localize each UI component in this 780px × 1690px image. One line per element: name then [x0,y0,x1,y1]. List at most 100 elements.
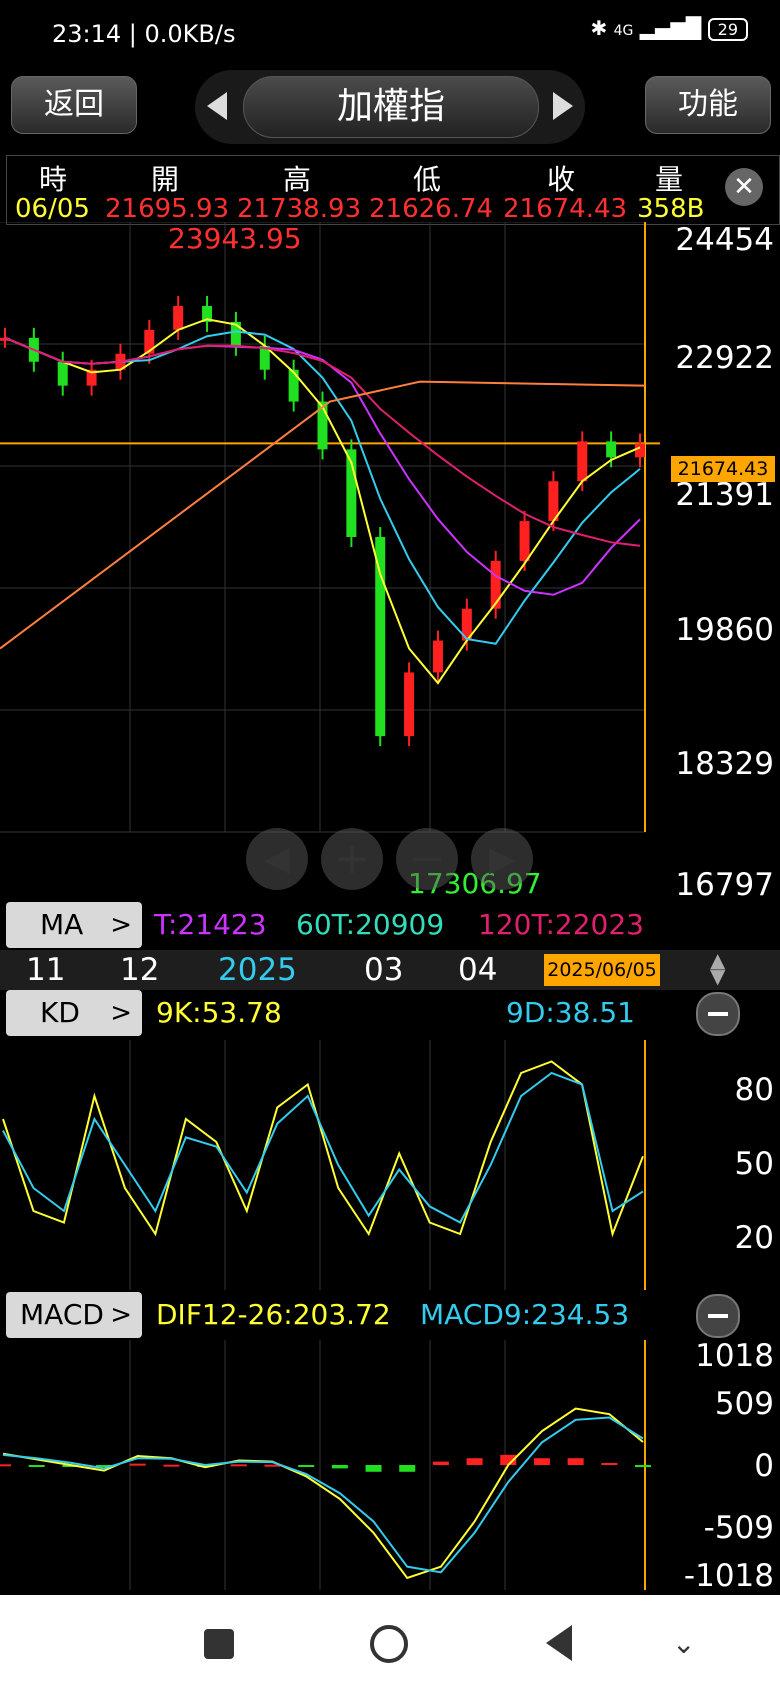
kd-button[interactable]: KD > [6,990,142,1036]
value-low: 21626.74 [369,194,494,224]
back-button[interactable]: 返回 [11,76,137,134]
candle-body [432,640,443,673]
header-low: 低 [413,163,442,196]
price-tick-2: 21391 [675,477,774,513]
macd-signal-value: MACD9:234.53 [420,1298,630,1331]
time-tick-4: 04 [458,952,498,988]
value-volume: 358B [637,194,705,224]
value-high: 21738.93 [237,194,362,224]
k-line [2,1060,644,1238]
macd-label: MACD [20,1298,104,1331]
ma-label: MA [40,908,84,941]
macd-histogram-bar [331,1465,348,1469]
macd-tick-1: 509 [714,1386,774,1422]
header-close: 收 [547,163,576,196]
zoom-in-icon[interactable]: + [321,828,383,890]
time-tick-2: 2025 [218,952,297,988]
quote-panel: 時 開 高 低 收 量 06/05 21695.93 21738.93 2162… [6,155,780,225]
chevron-right-icon: > [110,1300,132,1330]
next-arrow-icon[interactable] [553,92,573,120]
value-open: 21695.93 [105,194,230,224]
header-high: 高 [283,163,312,196]
current-price-tag: 21674.43 [671,456,775,482]
value-close: 21674.43 [503,194,628,224]
price-chart[interactable] [0,222,660,902]
close-icon[interactable]: ✕ [725,168,763,206]
bluetooth-icon: ✱ [590,16,608,40]
menu-down-icon[interactable]: ⌄ [672,1627,695,1660]
status-icons: ✱ 4G ▂▄▆█ 29 [590,16,748,41]
kd-label: KD [40,996,80,1029]
kd-k-value: 9K:53.78 [156,996,282,1029]
high-annotation: 23943.95 [168,222,302,255]
dif-line [2,1407,644,1580]
network-label: 4G [613,23,634,39]
macd-chart[interactable] [0,1340,660,1590]
title-bar: 返回 加權指 功能 [0,70,780,150]
ma-item-0: T:21423 [154,908,267,941]
collapse-macd-icon[interactable] [696,1294,740,1338]
scroll-toggle-icon[interactable]: ▲ ▼ [710,950,725,986]
macd-tick-4: -1018 [683,1558,774,1594]
prev-arrow-icon[interactable] [207,92,227,120]
time-tick-0: 11 [26,952,66,988]
macd-tick-2: 0 [754,1448,774,1484]
macd-signal-line [2,1416,644,1574]
time-tick-1: 12 [120,952,160,988]
recents-icon[interactable] [204,1629,234,1659]
candle-body [635,443,645,458]
kd-chart[interactable] [0,1040,660,1290]
status-bar: 23:14 | 0.0KB/s ✱ 4G ▂▄▆█ 29 [0,0,780,70]
price-tick-5: 16797 [675,867,774,903]
macd-histogram-bar [230,1464,247,1467]
chevron-right-icon: > [110,910,132,940]
macd-histogram-bar [28,1465,45,1467]
d-line [2,1071,644,1224]
macd-tick-0: 1018 [695,1338,774,1374]
price-tick-0: 24454 [675,222,774,258]
candle-body [404,672,415,737]
title-switcher: 加權指 [195,70,585,144]
macd-dif-value: DIF12-26:203.72 [156,1298,391,1331]
pan-right-icon[interactable]: ▶ [471,828,533,890]
macd-histogram-bar [298,1465,315,1467]
back-icon[interactable] [546,1625,572,1661]
kd-tick-0: 80 [734,1072,774,1108]
ma-line [4,318,641,685]
candle-body [606,441,617,458]
ma-line [4,330,641,645]
ma-button[interactable]: MA > [6,902,142,948]
kd-tick-2: 20 [734,1220,774,1256]
zoom-out-icon[interactable]: − [396,828,458,890]
macd-histogram-bar [163,1464,180,1467]
chevron-right-icon: > [110,998,132,1028]
macd-histogram-bar [601,1462,618,1465]
candle-body [375,536,386,737]
header-open: 開 [151,163,180,196]
function-button[interactable]: 功能 [645,76,771,134]
time-tick-3: 03 [364,952,404,988]
candle-body [288,369,299,402]
kd-tick-1: 50 [734,1146,774,1182]
collapse-kd-icon[interactable] [696,992,740,1036]
pan-left-icon[interactable]: ◀ [246,828,308,890]
candle-body [490,560,501,609]
macd-button[interactable]: MACD > [6,1292,142,1338]
kd-d-value: 9D:38.51 [506,996,635,1029]
candle-body [57,361,68,386]
home-icon[interactable] [370,1625,408,1663]
page-title[interactable]: 加權指 [243,76,539,138]
price-tick-1: 22922 [675,340,774,376]
cursor-date: 2025/06/05 [544,954,660,986]
macd-histogram-bar [0,1464,11,1467]
system-nav-bar: ⌄ [0,1595,780,1690]
ma-item-2: 120T:22023 [478,908,644,941]
signal-icon: ▂▄▆█ [639,16,702,40]
macd-histogram-bar [432,1461,449,1465]
status-time: 23:14 | 0.0KB/s [52,20,236,48]
candle-body [577,441,588,482]
macd-histogram-bar [635,1465,651,1468]
macd-histogram-bar [399,1465,416,1472]
header-volume: 量 [655,163,684,196]
candle-body [173,305,184,330]
